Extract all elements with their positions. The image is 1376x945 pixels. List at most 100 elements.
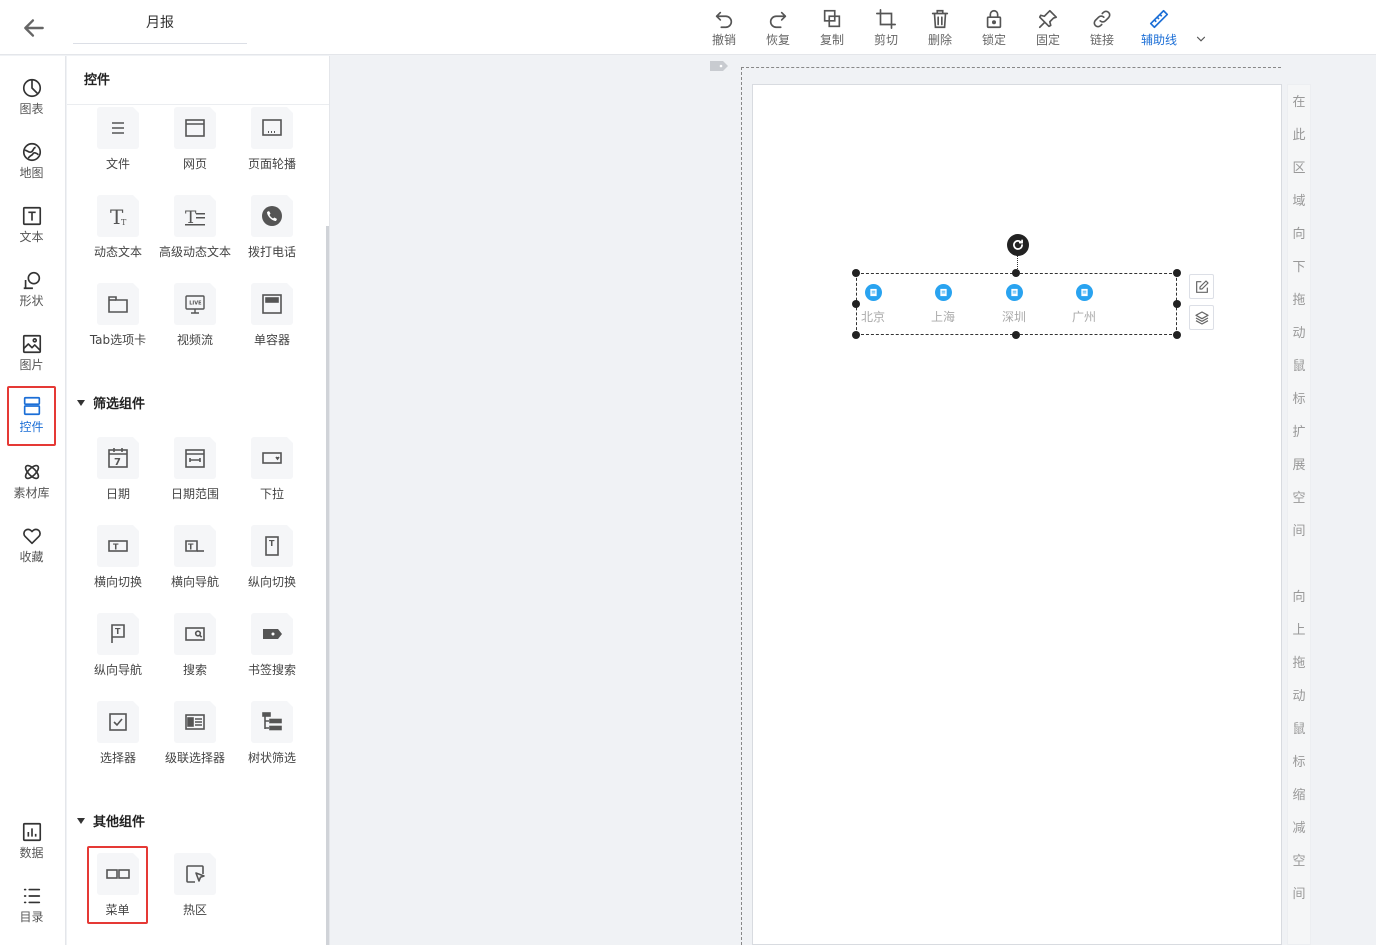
tab-icon [108, 296, 128, 313]
image-icon [22, 334, 41, 354]
copy-button[interactable]: 复制 [805, 4, 859, 52]
nav-item-favorites[interactable]: 收藏 [7, 518, 56, 578]
edit-widget-button[interactable] [1189, 274, 1214, 299]
text-icon [22, 206, 41, 226]
widget-phone[interactable]: 拨打电话 [234, 195, 310, 260]
report-page[interactable] [752, 84, 1282, 945]
checkbox-icon [109, 713, 127, 731]
redo-button[interactable]: 恢复 [751, 4, 805, 52]
cascade-icon [185, 714, 205, 730]
svg-text:T: T [113, 543, 119, 552]
shape-icon [23, 271, 40, 290]
heart-icon [22, 528, 41, 545]
layers-icon [1194, 310, 1209, 325]
collapse-triangle-icon [77, 817, 85, 824]
filter-section-title[interactable]: 筛选组件 [77, 393, 145, 412]
delete-button[interactable]: 删除 [913, 4, 967, 52]
ruler-icon [1149, 9, 1169, 29]
panel-scrollbar[interactable] [326, 226, 329, 945]
widget-bookmark-search[interactable]: 书签搜索 [234, 613, 310, 678]
menu-entry[interactable]: 北京 [853, 284, 893, 324]
container-icon [262, 294, 282, 314]
advanced-text-icon: T [185, 208, 205, 228]
collapse-triangle-icon [77, 399, 85, 406]
resize-handle-ne[interactable] [1173, 269, 1181, 277]
nav-item-data[interactable]: 数据 [7, 814, 56, 874]
link-button[interactable]: 链接 [1075, 4, 1129, 52]
widget-dynamic-text[interactable]: TT 动态文本 [80, 195, 156, 260]
guide-line-vertical[interactable] [741, 67, 742, 945]
resize-handle-s[interactable] [1012, 331, 1020, 339]
widget-tree-filter[interactable]: 树状筛选 [234, 701, 310, 766]
dropdown-icon [262, 452, 282, 464]
resize-handle-se[interactable] [1173, 331, 1181, 339]
widget-v-switch[interactable]: T 纵向切换 [234, 525, 310, 590]
bookmark-icon [263, 629, 282, 639]
v-switch-icon: T [265, 536, 279, 556]
widget-cascade-selector[interactable]: 级联选择器 [157, 701, 233, 766]
guide-line-dropdown[interactable] [1189, 4, 1213, 52]
resize-handle-n[interactable] [1012, 269, 1020, 277]
widget-hotspot[interactable]: 热区 [157, 853, 233, 918]
pin-button[interactable]: 固定 [1021, 4, 1075, 52]
widget-selector[interactable]: 选择器 [80, 701, 156, 766]
widget-icon [23, 396, 40, 416]
menu-entry[interactable]: 上海 [923, 284, 963, 324]
live-icon: LIVE [185, 295, 205, 314]
widget-date[interactable]: 7 日期 [80, 437, 156, 502]
nav-item-image[interactable]: 图片 [7, 326, 56, 386]
menu-entry[interactable]: 深圳 [994, 284, 1034, 324]
widget-file[interactable]: 文件 [80, 107, 156, 172]
hotspot-icon [186, 865, 205, 883]
report-title[interactable]: 月报 [73, 12, 247, 44]
resize-handle-e[interactable] [1173, 300, 1181, 308]
widget-webpage[interactable]: 网页 [157, 107, 233, 172]
svg-text:7: 7 [114, 457, 121, 468]
widget-carousel[interactable]: 页面轮播 [234, 107, 310, 172]
nav-item-material[interactable]: 素材库 [7, 454, 56, 514]
guide-line-horizontal[interactable] [741, 67, 1281, 68]
chevron-down-icon [1196, 36, 1206, 42]
undo-button[interactable]: 撤销 [697, 4, 751, 52]
nav-item-shape[interactable]: 形状 [7, 262, 56, 322]
widget-menu[interactable]: 菜单 [87, 846, 148, 924]
widget-dropdown[interactable]: 下拉 [234, 437, 310, 502]
back-button[interactable] [18, 12, 50, 44]
widget-h-nav[interactable]: T 横向导航 [157, 525, 233, 590]
rotate-handle[interactable] [1007, 234, 1029, 256]
top-bar: 月报 撤销 恢复 复制 剪切 删除 锁定 固定 链接 辅助线 [0, 0, 1376, 55]
phone-icon [262, 206, 282, 226]
cut-button[interactable]: 剪切 [859, 4, 913, 52]
widget-single-container[interactable]: 单容器 [234, 283, 310, 348]
svg-text:T: T [269, 539, 275, 548]
svg-text:T: T [188, 543, 194, 552]
menu-entry-icon [1080, 288, 1088, 297]
other-section-title[interactable]: 其他组件 [77, 811, 145, 830]
widget-search[interactable]: 搜索 [157, 613, 233, 678]
widget-h-switch[interactable]: T 横向切换 [80, 525, 156, 590]
widget-v-nav[interactable]: T 纵向导航 [80, 613, 156, 678]
resize-hint-strip[interactable]: 在 此 区 域 向 下 拖 动 鼠 标 扩 展 空 间 向 上 拖 动 鼠 标 … [1287, 84, 1311, 945]
material-icon [24, 464, 39, 480]
layer-button[interactable] [1189, 305, 1214, 330]
widget-advanced-text[interactable]: T 高级动态文本 [157, 195, 233, 260]
resize-handle-sw[interactable] [852, 331, 860, 339]
nav-item-catalog[interactable]: 目录 [7, 878, 56, 938]
nav-item-map[interactable]: 地图 [7, 134, 56, 194]
widget-date-range[interactable]: 日期范围 [157, 437, 233, 502]
toolbar: 撤销 恢复 复制 剪切 删除 锁定 固定 链接 辅助线 [697, 4, 1213, 52]
list-icon [23, 888, 40, 904]
resize-handle-nw[interactable] [852, 269, 860, 277]
tag-icon[interactable] [709, 60, 729, 72]
redo-icon [769, 11, 787, 29]
guide-line-button[interactable]: 辅助线 [1129, 4, 1189, 52]
nav-item-widget[interactable]: 控件 [7, 386, 56, 446]
widget-live-video[interactable]: LIVE 视频流 [157, 283, 233, 348]
menu-entry[interactable]: 广州 [1064, 284, 1104, 324]
nav-item-chart[interactable]: 图表 [7, 70, 56, 130]
search-icon [185, 627, 205, 641]
nav-item-text[interactable]: 文本 [7, 198, 56, 258]
lock-button[interactable]: 锁定 [967, 4, 1021, 52]
menu-entry-icon [1010, 288, 1018, 297]
widget-tab[interactable]: Tab选项卡 [80, 283, 156, 348]
